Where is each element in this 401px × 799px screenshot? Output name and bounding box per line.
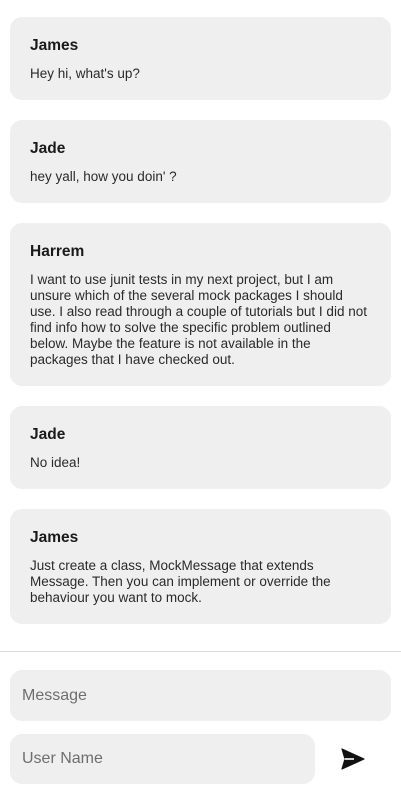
message-list[interactable]: James Hey hi, what's up? Jade hey yall, … <box>0 0 401 650</box>
message-text: Just create a class, MockMessage that ex… <box>30 558 331 605</box>
message-text: No idea! <box>30 455 81 470</box>
message-text: Hey hi, what's up? <box>30 66 140 81</box>
message-input[interactable] <box>10 670 391 721</box>
message-author: James <box>30 529 79 546</box>
message-bubble: James Just create a class, MockMessage t… <box>10 509 391 624</box>
message-bubble: Jade No idea! <box>10 406 391 489</box>
composer-divider <box>0 651 401 652</box>
message-bubble: James Hey hi, what's up? <box>10 17 391 100</box>
message-author: Jade <box>30 140 66 157</box>
username-input[interactable] <box>10 734 315 784</box>
message-bubble: Jade hey yall, how you doin' ? <box>10 120 391 203</box>
message-author: Harrem <box>30 243 85 260</box>
message-bubble: Harrem I want to use junit tests in my n… <box>10 223 391 386</box>
chat-app: James Hey hi, what's up? Jade hey yall, … <box>0 0 401 799</box>
message-author: James <box>30 37 79 54</box>
message-text: hey yall, how you doin' ? <box>30 169 177 184</box>
send-button[interactable] <box>330 736 376 782</box>
message-author: Jade <box>30 426 66 443</box>
message-text: I want to use junit tests in my next pro… <box>30 272 367 367</box>
send-icon <box>341 748 365 770</box>
